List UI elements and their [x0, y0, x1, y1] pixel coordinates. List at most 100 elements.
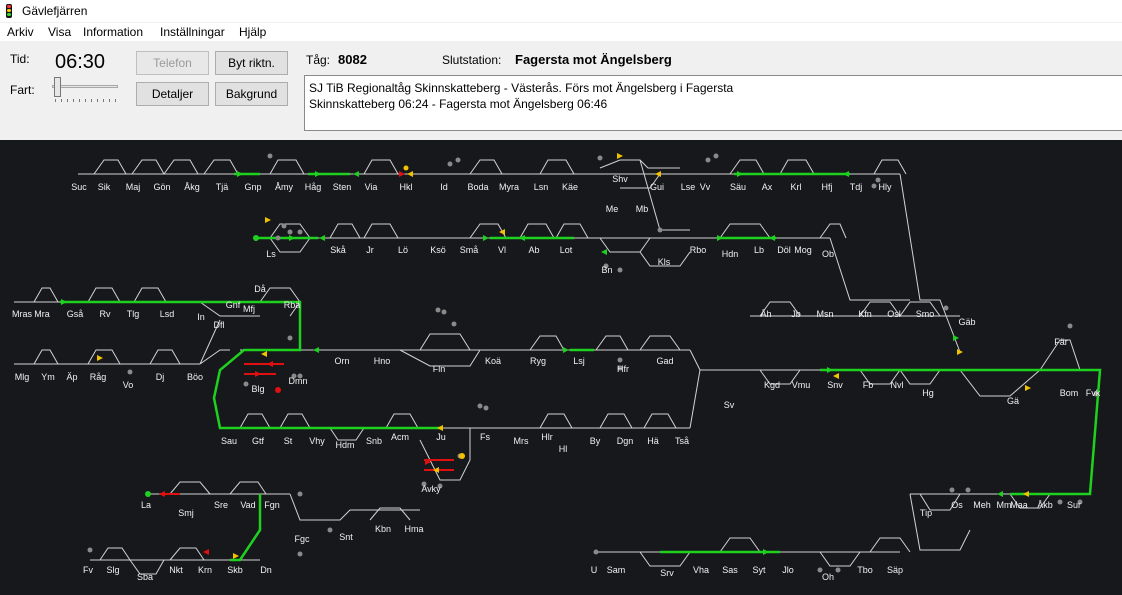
station-label: U	[591, 565, 598, 575]
station-label: Fb	[863, 380, 874, 390]
station-label: Meh	[973, 500, 991, 510]
signal-right-icon[interactable]	[737, 171, 743, 177]
track-diagram[interactable]: Suc Sik Maj Gön Åkg Tjä Gnp Åmy Håg Sten Via Hkl Id B…	[0, 140, 1122, 595]
signal-left-icon[interactable]	[437, 425, 443, 431]
signal-left-icon[interactable]	[159, 491, 165, 497]
signal-left-icon[interactable]	[313, 347, 319, 353]
signal-left-icon[interactable]	[267, 361, 273, 367]
signal-light[interactable]	[253, 235, 259, 241]
signal-right-icon[interactable]	[1025, 385, 1031, 391]
signal-left-icon[interactable]	[353, 171, 359, 177]
signal-right-icon[interactable]	[957, 349, 963, 355]
station-label: Syt	[752, 565, 766, 575]
background-button[interactable]: Bakgrund	[215, 82, 288, 106]
station-label: Sam	[607, 565, 626, 575]
station-label: Gså	[67, 309, 84, 319]
signal-left-icon[interactable]	[203, 549, 209, 555]
track-detector	[713, 153, 719, 159]
menu-arkiv[interactable]: Arkiv	[7, 25, 34, 39]
station-label: Ryg	[530, 356, 546, 366]
signal-right-icon[interactable]	[61, 299, 67, 305]
signal-left-icon[interactable]	[843, 171, 849, 177]
station-label: Tlg	[127, 309, 140, 319]
signal-right-icon[interactable]	[617, 153, 623, 159]
station-label: Dgn	[617, 436, 634, 446]
station-label: Dmn	[288, 376, 307, 386]
signal-left-icon[interactable]	[1023, 491, 1029, 497]
menu-installningar[interactable]: Inställningar	[160, 25, 225, 39]
station-label: Åkb	[1037, 500, 1053, 510]
phone-button[interactable]: Telefon	[136, 51, 209, 75]
station-label: Lsn	[534, 182, 549, 192]
train-marker[interactable]	[275, 387, 281, 393]
station-label: Mra	[34, 309, 50, 319]
speed-slider-track[interactable]	[52, 85, 118, 88]
station-label: Vad	[240, 500, 255, 510]
station-label: Msn	[816, 309, 833, 319]
signal-light[interactable]	[145, 491, 151, 497]
station-label: Då	[254, 284, 266, 294]
details-button[interactable]: Detaljer	[136, 82, 209, 106]
station-label: Säp	[887, 565, 903, 575]
station-label: Maa	[1010, 500, 1028, 510]
signal-right-icon[interactable]	[953, 335, 959, 341]
station-label: Krn	[198, 565, 212, 575]
station-label: Snt	[339, 532, 353, 542]
station-label: Os	[951, 500, 963, 510]
station-label: Små	[460, 245, 479, 255]
station-label: Fgn	[264, 500, 280, 510]
station-label: Mfj	[243, 304, 255, 314]
signal-left-icon[interactable]	[319, 235, 325, 241]
signal-right-icon[interactable]	[827, 367, 833, 373]
station-label: Hkl	[400, 182, 413, 192]
signal-right-icon[interactable]	[255, 371, 261, 377]
signal-right-icon[interactable]	[563, 347, 569, 353]
station-label: Ym	[41, 372, 55, 382]
signal-right-icon[interactable]	[289, 235, 295, 241]
station-label: Krl	[791, 182, 802, 192]
train-number: 8082	[338, 52, 367, 67]
station-label: Vmu	[792, 380, 811, 390]
station-label: Mras	[12, 309, 32, 319]
signal-right-icon[interactable]	[315, 171, 321, 177]
signal-right-icon[interactable]	[265, 217, 271, 223]
signal-left-icon[interactable]	[997, 491, 1003, 497]
track-detector	[593, 549, 599, 555]
destination-value: Fagersta mot Ängelsberg	[515, 52, 672, 67]
menu-information[interactable]: Information	[83, 25, 143, 39]
signal-left-icon[interactable]	[769, 235, 775, 241]
signal-right-icon[interactable]	[237, 171, 243, 177]
signal-left-icon[interactable]	[833, 373, 839, 379]
station-label: Gäb	[958, 317, 975, 327]
speed-slider-thumb[interactable]	[54, 77, 61, 97]
menu-visa[interactable]: Visa	[48, 25, 71, 39]
station-label: Sten	[333, 182, 352, 192]
menu-hjalp[interactable]: Hjälp	[239, 25, 266, 39]
signal-right-icon[interactable]	[233, 553, 239, 559]
reverse-direction-button[interactable]: Byt riktn.	[215, 51, 288, 75]
station-label: Säu	[730, 182, 746, 192]
train-info-line-2: Skinnskatteberg 06:24 - Fagersta mot Äng…	[309, 97, 608, 111]
station-label: Tdj	[850, 182, 863, 192]
station-label: Kfn	[858, 309, 872, 319]
station-label: Avky	[421, 484, 441, 494]
signal-left-icon[interactable]	[601, 249, 607, 255]
signal-right-icon[interactable]	[483, 235, 489, 241]
signal-left-icon[interactable]	[499, 229, 505, 235]
signal-right-icon[interactable]	[97, 355, 103, 361]
train-marker[interactable]	[459, 453, 465, 459]
signal-right-icon[interactable]	[763, 549, 769, 555]
station-label: Jb	[791, 309, 801, 319]
station-label: Nvl	[891, 380, 904, 390]
signal-left-icon[interactable]	[261, 351, 267, 357]
track-detector	[267, 153, 273, 159]
signal-left-icon[interactable]	[407, 171, 413, 177]
signal-left-icon[interactable]	[519, 235, 525, 241]
station-label: Acm	[391, 432, 409, 442]
signal-right-icon[interactable]	[399, 171, 405, 177]
station-label: Maj	[126, 182, 141, 192]
track-network: Suc Sik Maj Gön Åkg Tjä Gnp Åmy Håg Sten Via Hkl Id B…	[12, 153, 1102, 582]
track-detector	[483, 405, 489, 411]
signal-light[interactable]	[403, 165, 409, 171]
track-detector	[275, 235, 281, 241]
